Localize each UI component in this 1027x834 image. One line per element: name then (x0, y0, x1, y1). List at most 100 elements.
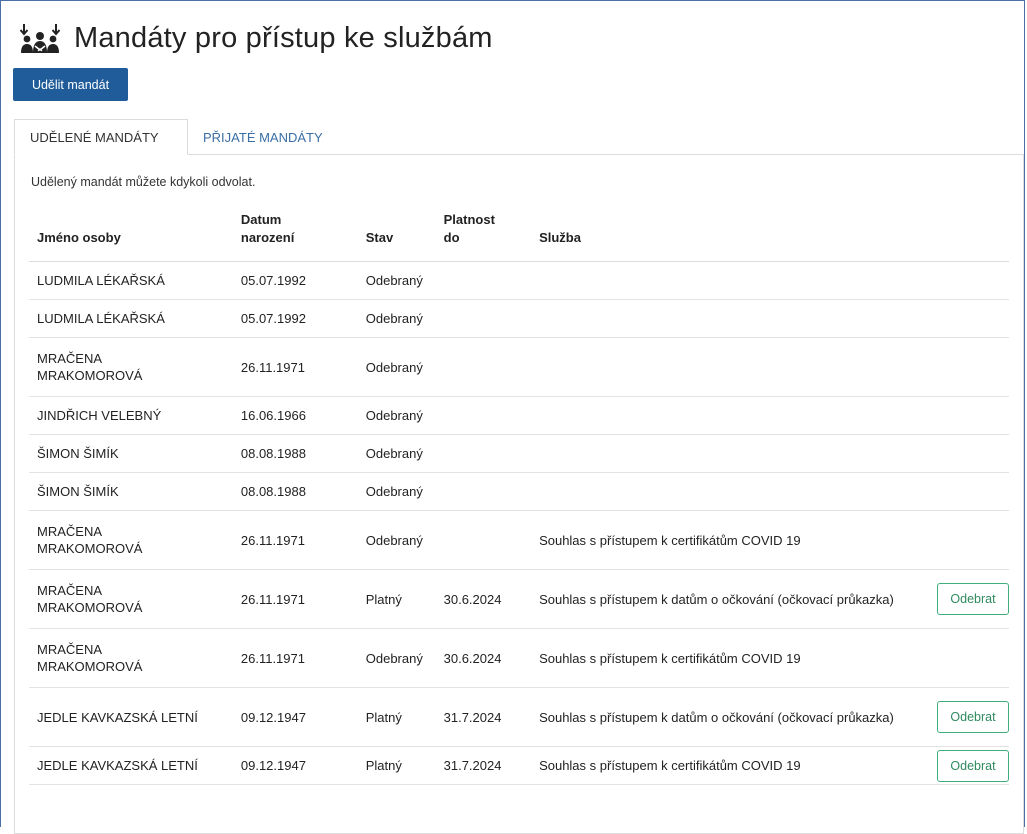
cell-action (929, 396, 1009, 435)
table-row: ŠIMON ŠIMÍK 08.08.1988 Odebraný (29, 434, 1009, 473)
revoke-hint: Udělený mandát můžete kdykoli odvolat. (31, 175, 256, 189)
cell-action: Odebrat (929, 746, 1009, 785)
header-valid-line1: Platnost (443, 212, 495, 227)
mandates-table: Jméno osoby Datum narození Stav Platnost d… (29, 211, 1009, 785)
cell-birth-date: 09.12.1947 (232, 687, 358, 747)
cell-action (929, 628, 1009, 688)
cell-state: Odebraný (357, 337, 436, 397)
tab-granted-mandates[interactable]: UDĚLENÉ MANDÁTY (14, 119, 188, 155)
cell-name: LUDMILA LÉKAŘSKÁ (29, 261, 233, 300)
table-header-row: Jméno osoby Datum narození Stav Platnost d… (29, 211, 1009, 262)
cell-service: Souhlas s přístupem k certifikátům COVID… (531, 628, 929, 688)
cell-service: Souhlas s přístupem k datům o očkování (… (531, 569, 929, 629)
table-row: MRAČENA MRAKOMOROVÁ 26.11.1971 Odebraný 30.… (29, 628, 1009, 688)
header-service: Služba (531, 211, 929, 262)
cell-name: JEDLE KAVKAZSKÁ LETNÍ (29, 746, 233, 785)
header-state: Stav (357, 211, 436, 262)
cell-service: Souhlas s přístupem k datům o očkování (… (531, 687, 929, 747)
cell-service (531, 434, 929, 473)
header-name: Jméno osoby (29, 211, 233, 262)
cell-name: MRAČENA MRAKOMOROVÁ (29, 510, 233, 570)
cell-birth-date: 26.11.1971 (232, 337, 358, 397)
cell-action (929, 434, 1009, 473)
cell-valid-until (435, 434, 532, 473)
cell-birth-date: 09.12.1947 (232, 746, 358, 785)
table-row: MRAČENA MRAKOMOROVÁ 26.11.1971 Odebraný Sou… (29, 510, 1009, 570)
table-row: LUDMILA LÉKAŘSKÁ 05.07.1992 Odebraný (29, 261, 1009, 300)
cell-birth-date: 26.11.1971 (232, 628, 358, 688)
cell-service (531, 337, 929, 397)
table-row: JEDLE KAVKAZSKÁ LETNÍ 09.12.1947 Platný 31.… (29, 687, 1009, 747)
header-valid-line2: do (443, 230, 460, 245)
cell-name: MRAČENA MRAKOMOROVÁ (29, 628, 233, 688)
revoke-button[interactable]: Odebrat (937, 749, 1009, 782)
tab-bar: UDĚLENÉ MANDÁTY PŘIJATÉ MANDÁTY (14, 119, 338, 155)
cell-name: MRAČENA MRAKOMOROVÁ (29, 569, 233, 629)
table-row: MRAČENA MRAKOMOROVÁ 26.11.1971 Odebraný (29, 337, 1009, 397)
table-row: LUDMILA LÉKAŘSKÁ 05.07.1992 Odebraný (29, 299, 1009, 338)
cell-service (531, 396, 929, 435)
cell-action (929, 261, 1009, 300)
cell-valid-until (435, 299, 532, 338)
cell-valid-until: 30.6.2024 (435, 628, 532, 688)
header-valid-until: Platnost do (435, 211, 532, 262)
cell-valid-until (435, 261, 532, 300)
table-row: MRAČENA MRAKOMOROVÁ 26.11.1971 Platný 30.6.… (29, 569, 1009, 629)
cell-state: Platný (357, 746, 436, 785)
cell-action (929, 472, 1009, 511)
cell-name: MRAČENA MRAKOMOROVÁ (29, 337, 233, 397)
tab-panel: Udělený mandát můžete kdykoli odvolat. J… (14, 154, 1024, 834)
cell-state: Odebraný (357, 472, 436, 511)
cell-birth-date: 08.08.1988 (232, 472, 358, 511)
cell-state: Odebraný (357, 299, 436, 338)
table-row: JEDLE KAVKAZSKÁ LETNÍ 09.12.1947 Platný 31.… (29, 746, 1009, 785)
cell-action (929, 510, 1009, 570)
cell-state: Odebraný (357, 510, 436, 570)
cell-service (531, 299, 929, 338)
cell-valid-until: 31.7.2024 (435, 746, 532, 785)
page-title: Mandáty pro přístup ke službám (74, 22, 493, 54)
header-birth-line2: narození (240, 230, 295, 245)
cell-service (531, 472, 929, 511)
cell-birth-date: 16.06.1966 (232, 396, 358, 435)
cell-action (929, 337, 1009, 397)
cell-name: JINDŘICH VELEBNÝ (29, 396, 233, 435)
cell-valid-until (435, 337, 532, 397)
cell-state: Platný (357, 687, 436, 747)
cell-service: Souhlas s přístupem k certifikátům COVID… (531, 746, 929, 785)
revoke-button[interactable]: Odebrat (937, 583, 1009, 615)
header-action (929, 211, 1009, 262)
cell-name: ŠIMON ŠIMÍK (29, 434, 233, 473)
people-arrows-icon (18, 23, 62, 54)
cell-state: Odebraný (357, 628, 436, 688)
cell-birth-date: 26.11.1971 (232, 510, 358, 570)
header-birth-date: Datum narození (232, 211, 358, 262)
cell-action: Odebrat (929, 687, 1009, 747)
cell-name: ŠIMON ŠIMÍK (29, 472, 233, 511)
cell-action: Odebrat (929, 569, 1009, 629)
page-header: Mandáty pro přístup ke službám (18, 22, 493, 55)
table-row: JINDŘICH VELEBNÝ 16.06.1966 Odebraný (29, 396, 1009, 435)
cell-valid-until (435, 396, 532, 435)
grant-mandate-button[interactable]: Udělit mandát (13, 68, 128, 101)
cell-state: Odebraný (357, 396, 436, 435)
table-row: ŠIMON ŠIMÍK 08.08.1988 Odebraný (29, 472, 1009, 511)
cell-state: Odebraný (357, 434, 436, 473)
cell-birth-date: 26.11.1971 (232, 569, 358, 629)
tab-received-mandates[interactable]: PŘIJATÉ MANDÁTY (188, 119, 338, 155)
cell-state: Platný (357, 569, 436, 629)
cell-valid-until (435, 472, 532, 511)
cell-valid-until: 31.7.2024 (435, 687, 532, 747)
cell-valid-until (435, 510, 532, 570)
cell-name: JEDLE KAVKAZSKÁ LETNÍ (29, 687, 233, 747)
cell-valid-until: 30.6.2024 (435, 569, 532, 629)
header-birth-line1: Datum (240, 212, 282, 227)
cell-action (929, 299, 1009, 338)
cell-name: LUDMILA LÉKAŘSKÁ (29, 299, 233, 338)
cell-birth-date: 08.08.1988 (232, 434, 358, 473)
revoke-button[interactable]: Odebrat (937, 701, 1009, 733)
cell-service: Souhlas s přístupem k certifikátům COVID… (531, 510, 929, 570)
cell-service (531, 261, 929, 300)
cell-state: Odebraný (357, 261, 436, 300)
cell-birth-date: 05.07.1992 (232, 261, 358, 300)
